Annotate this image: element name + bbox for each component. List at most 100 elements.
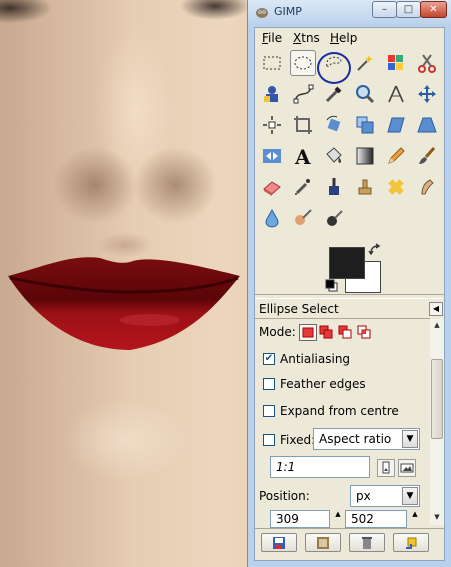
zoom-icon bbox=[356, 85, 375, 104]
position-label: Position: bbox=[259, 489, 310, 503]
color-picker-icon bbox=[325, 86, 342, 103]
position-unit-dropdown[interactable]: px ▼ bbox=[350, 485, 420, 507]
crop-tool-button[interactable] bbox=[290, 112, 316, 138]
scrollbar-thumb[interactable] bbox=[431, 359, 443, 439]
options-separator bbox=[255, 318, 430, 319]
pane-divider[interactable] bbox=[255, 294, 444, 299]
feather-edges-checkbox[interactable] bbox=[263, 378, 275, 390]
bucket-fill-tool-button[interactable] bbox=[321, 143, 347, 169]
paths-tool-button[interactable] bbox=[290, 81, 316, 107]
scroll-up-icon[interactable]: ▲ bbox=[432, 321, 442, 329]
scale-tool-button[interactable] bbox=[352, 112, 378, 138]
shear-icon bbox=[387, 117, 405, 133]
title-bar[interactable]: GIMP – □ ✕ bbox=[248, 0, 451, 24]
chevron-down-icon: ▼ bbox=[402, 487, 418, 505]
position-y-value: 502 bbox=[351, 512, 374, 526]
gimp-toolbox-window: GIMP – □ ✕ File Xtns Help A Ellipse Sele… bbox=[247, 0, 451, 567]
airbrush-icon bbox=[295, 179, 310, 195]
shear-tool-button[interactable] bbox=[383, 112, 409, 138]
position-unit-value: px bbox=[356, 489, 371, 503]
move-icon bbox=[418, 85, 436, 103]
mode-intersect-button[interactable] bbox=[356, 324, 374, 341]
gimp-logo-icon bbox=[256, 8, 268, 18]
svg-text:A: A bbox=[294, 145, 311, 167]
pencil-tool-button[interactable] bbox=[383, 143, 409, 169]
perspective-tool-button[interactable] bbox=[414, 112, 440, 138]
minimize-button[interactable]: – bbox=[372, 1, 397, 18]
options-scrollbar[interactable]: ▲ ▼ bbox=[430, 319, 444, 525]
eraser-tool-button[interactable] bbox=[259, 174, 285, 200]
align-icon bbox=[263, 116, 281, 134]
move-tool-button[interactable] bbox=[414, 81, 440, 107]
default-colors-icon[interactable] bbox=[325, 279, 339, 293]
landscape-button[interactable] bbox=[398, 459, 416, 477]
ink-tool-button[interactable] bbox=[321, 174, 347, 200]
text-icon: A bbox=[294, 145, 311, 167]
save-options-button[interactable] bbox=[261, 533, 297, 552]
mode-label: Mode: bbox=[259, 325, 296, 339]
clone-tool-button[interactable] bbox=[352, 174, 378, 200]
position-x-spinner[interactable]: ▲ bbox=[333, 510, 343, 528]
ratio-entry[interactable]: 1:1 bbox=[270, 456, 370, 478]
smudge-tool-button[interactable] bbox=[414, 174, 440, 200]
blend-tool-button[interactable] bbox=[352, 143, 378, 169]
zoom-tool-button[interactable] bbox=[352, 81, 378, 107]
select-by-color-tool-button[interactable] bbox=[383, 50, 409, 76]
expand-from-centre-checkbox[interactable] bbox=[263, 405, 275, 417]
tool-options-title: Ellipse Select bbox=[259, 302, 339, 316]
annotation-circle bbox=[317, 52, 351, 84]
measure-tool-button[interactable] bbox=[383, 81, 409, 107]
tool-options-header: Ellipse Select ◀ bbox=[255, 300, 444, 318]
rotate-tool-button[interactable] bbox=[321, 112, 347, 138]
scissors-tool-button[interactable] bbox=[414, 50, 440, 76]
portrait-button[interactable] bbox=[377, 459, 395, 477]
dodge-burn-tool-button[interactable] bbox=[290, 205, 316, 231]
menu-file[interactable]: File bbox=[262, 31, 282, 45]
foreground-color-swatch[interactable] bbox=[329, 247, 365, 279]
reset-icon bbox=[406, 537, 417, 549]
restore-options-button[interactable] bbox=[305, 533, 341, 552]
align-tool-button[interactable] bbox=[259, 112, 285, 138]
position-y-input[interactable]: 502 bbox=[345, 510, 407, 528]
position-x-input[interactable]: 309 bbox=[270, 510, 330, 528]
paintbrush-tool-button[interactable] bbox=[414, 143, 440, 169]
eraser-icon bbox=[263, 181, 281, 196]
airbrush-tool-button[interactable] bbox=[290, 174, 316, 200]
blur-tool-button[interactable] bbox=[259, 205, 285, 231]
tab-menu-icon[interactable]: ◀ bbox=[429, 302, 443, 316]
reset-options-button[interactable] bbox=[393, 533, 429, 552]
feather-edges-label: Feather edges bbox=[280, 377, 366, 391]
flip-icon bbox=[263, 149, 281, 163]
fixed-checkbox[interactable] bbox=[263, 434, 275, 446]
color-picker-tool-button[interactable] bbox=[321, 81, 347, 107]
scroll-down-icon[interactable]: ▼ bbox=[432, 513, 442, 521]
fuzzy-select-icon bbox=[357, 55, 373, 71]
position-y-spinner[interactable]: ▲ bbox=[410, 510, 420, 528]
text-tool-button[interactable]: A bbox=[290, 143, 316, 169]
heal-tool-button[interactable] bbox=[383, 174, 409, 200]
blur-icon bbox=[265, 208, 279, 228]
delete-options-button[interactable] bbox=[349, 533, 385, 552]
convolve-tool-button[interactable] bbox=[321, 205, 347, 231]
mode-replace-button[interactable] bbox=[299, 324, 317, 341]
paths-icon bbox=[293, 84, 314, 104]
rect-select-tool-button[interactable] bbox=[259, 50, 285, 76]
paintbrush-icon bbox=[419, 147, 436, 164]
maximize-button[interactable]: □ bbox=[396, 1, 421, 18]
antialiasing-checkbox[interactable]: ✔ bbox=[263, 353, 275, 365]
mode-subtract-button[interactable] bbox=[337, 324, 355, 341]
fuzzy-select-tool-button[interactable] bbox=[352, 50, 378, 76]
ellipse-select-tool-button[interactable] bbox=[290, 50, 316, 76]
fixed-mode-dropdown[interactable]: Aspect ratio ▼ bbox=[313, 428, 420, 450]
close-button[interactable]: ✕ bbox=[420, 1, 447, 18]
foreground-select-tool-button[interactable] bbox=[259, 81, 285, 107]
menu-xtns[interactable]: Xtns bbox=[293, 31, 320, 45]
flip-tool-button[interactable] bbox=[259, 143, 285, 169]
convolve-icon bbox=[327, 210, 343, 226]
mode-add-button[interactable] bbox=[318, 324, 336, 341]
menu-help[interactable]: Help bbox=[330, 31, 357, 45]
swap-colors-icon[interactable] bbox=[368, 243, 382, 257]
window-title: GIMP bbox=[274, 5, 302, 18]
expand-from-centre-label: Expand from centre bbox=[280, 404, 399, 418]
heal-icon bbox=[388, 179, 404, 195]
